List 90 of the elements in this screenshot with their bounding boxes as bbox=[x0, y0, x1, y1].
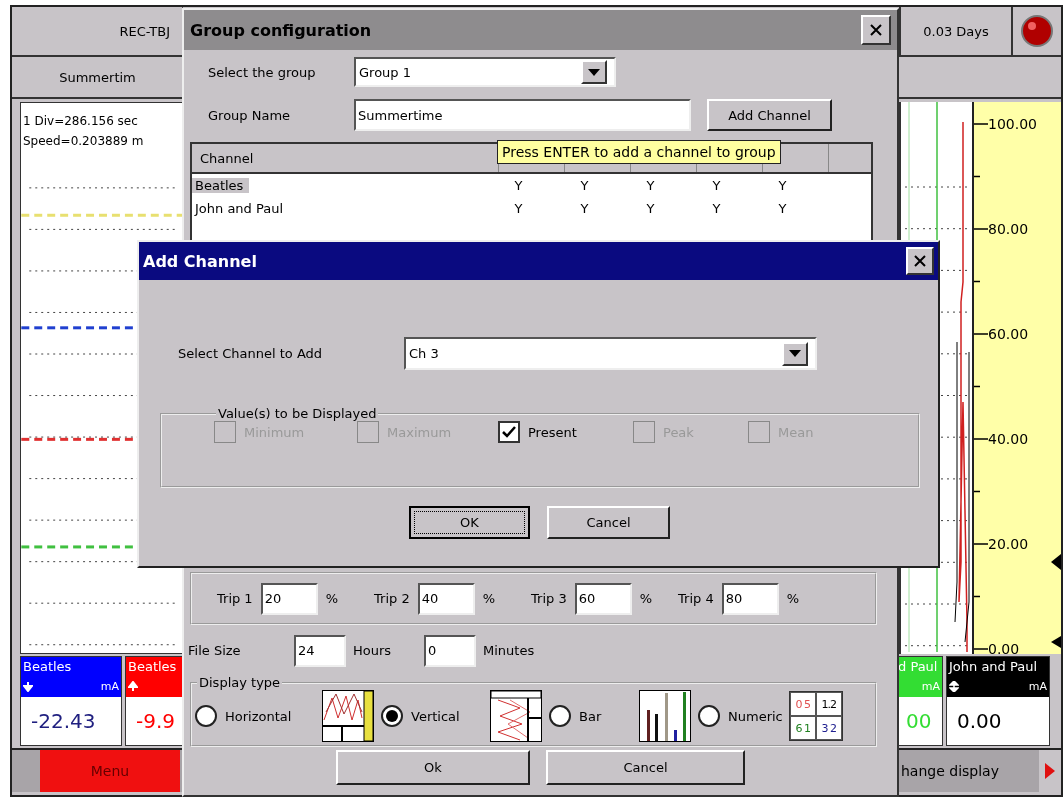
table-cell-text: Y bbox=[513, 201, 524, 216]
table-cell-text: Y bbox=[579, 201, 590, 216]
duration-label: 0.03 Days bbox=[899, 7, 1013, 55]
option-label: Vertical bbox=[411, 708, 461, 724]
scale-label: 0.00 bbox=[988, 640, 1021, 659]
table-cell-text: Y bbox=[777, 178, 788, 193]
arrow-right-icon bbox=[1045, 763, 1055, 779]
table-cell-text: Y bbox=[579, 178, 590, 193]
field-label: File Size bbox=[188, 643, 242, 658]
tooltip: Press ENTER to add a channel to group bbox=[497, 140, 781, 164]
trip-field[interactable]: 20 bbox=[260, 582, 318, 615]
field-label: Trip 2 bbox=[374, 591, 410, 606]
unit-label: % bbox=[786, 591, 800, 606]
unit-label: % bbox=[325, 591, 338, 606]
radio-button[interactable] bbox=[698, 705, 720, 727]
table-row-item[interactable]: Beatles bbox=[192, 178, 250, 193]
unit-label: % bbox=[639, 591, 653, 606]
close-icon bbox=[868, 22, 884, 38]
table-cell-text: Y bbox=[645, 178, 656, 193]
add-channel-button[interactable]: Add Channel bbox=[707, 99, 832, 131]
checkbox-label: Present bbox=[528, 424, 577, 440]
unit-label: Minutes bbox=[483, 643, 535, 658]
field-label: Trip 3 bbox=[531, 591, 567, 606]
channel-dropdown[interactable]: Ch 3 bbox=[404, 337, 817, 370]
preview-digits: 1.2 bbox=[815, 692, 842, 716]
chart-info-text: Speed=0.203889 m bbox=[22, 133, 145, 150]
ok-button[interactable]: Ok bbox=[336, 750, 530, 785]
channel-name: d Paul bbox=[898, 658, 939, 676]
table-cell-text: Y bbox=[513, 178, 524, 193]
dialog-title: Add Channel bbox=[143, 251, 257, 271]
pointer-icon bbox=[1051, 636, 1061, 648]
unit-label: mA bbox=[1028, 679, 1047, 693]
channel-name: Beatles bbox=[128, 658, 178, 676]
trip-field[interactable]: 60 bbox=[574, 582, 632, 615]
scale-label: 100.00 bbox=[988, 115, 1038, 134]
cancel-button[interactable]: Cancel bbox=[547, 506, 670, 539]
table-cell-text: Y bbox=[711, 178, 722, 193]
caret-icon bbox=[588, 68, 600, 76]
hours-field[interactable]: 24 bbox=[294, 634, 346, 667]
next-button[interactable] bbox=[1039, 750, 1061, 792]
chart-info-text: 1 Div=286.156 sec bbox=[22, 113, 139, 130]
bar-chart-icon bbox=[639, 690, 691, 742]
unit-label: % bbox=[482, 591, 496, 606]
trip-field[interactable]: 40 bbox=[417, 582, 475, 615]
group-label: Value(s) to be Displayed bbox=[217, 406, 378, 421]
field-label: Trip 4 bbox=[678, 591, 714, 606]
table-cell-text: Y bbox=[777, 201, 788, 216]
pointer-icon bbox=[1051, 554, 1061, 570]
table-row-item[interactable]: John and Paul bbox=[192, 201, 499, 216]
preview-digits: 6 1 bbox=[789, 716, 816, 740]
field-label: Select Channel to Add bbox=[177, 346, 324, 361]
field-label: Trip 1 bbox=[217, 591, 253, 606]
caret-icon bbox=[789, 350, 801, 357]
table-cell-text: Y bbox=[645, 201, 656, 216]
field-label: Group Name bbox=[207, 107, 292, 123]
unit-label: mA bbox=[100, 679, 119, 693]
radio-button[interactable] bbox=[195, 705, 217, 727]
unit-label: Hours bbox=[353, 643, 393, 658]
radio-button[interactable] bbox=[381, 705, 403, 727]
unit-label: mA bbox=[921, 679, 940, 693]
scale-label: 20.00 bbox=[988, 535, 1030, 554]
group-name-field[interactable]: Summertime bbox=[354, 99, 691, 131]
channel-name: Beatles bbox=[23, 658, 73, 676]
line-chart-icon bbox=[322, 690, 374, 742]
preview-digits: 0 5 bbox=[789, 692, 816, 716]
ok-button[interactable]: OK bbox=[409, 506, 530, 539]
close-icon bbox=[912, 253, 928, 269]
scale-label: 80.00 bbox=[988, 220, 1030, 239]
option-label: Horizontal bbox=[225, 708, 293, 724]
vertical-chart-icon bbox=[490, 690, 542, 742]
cancel-button[interactable]: Cancel bbox=[546, 750, 745, 785]
close-button[interactable] bbox=[906, 247, 934, 275]
scale-label: 40.00 bbox=[988, 430, 1030, 449]
group-label: Display type bbox=[198, 675, 282, 690]
checkbox[interactable] bbox=[498, 421, 520, 443]
preview-digits: 3 2 bbox=[815, 716, 842, 740]
field-label: Select the group bbox=[207, 64, 317, 80]
option-label: Bar bbox=[579, 708, 603, 724]
radio-button[interactable] bbox=[549, 705, 571, 727]
window-title: Group configuration bbox=[190, 20, 372, 40]
minutes-field[interactable]: 0 bbox=[424, 634, 476, 667]
check-icon bbox=[502, 426, 516, 438]
scale-label: 60.00 bbox=[988, 325, 1030, 344]
table-cell-text: Y bbox=[711, 201, 722, 216]
group-dropdown[interactable]: Group 1 bbox=[354, 57, 616, 87]
close-button[interactable] bbox=[861, 15, 891, 45]
trip-field[interactable]: 80 bbox=[721, 582, 779, 615]
option-label: Numeric bbox=[728, 708, 783, 724]
status-led-icon bbox=[1020, 14, 1054, 48]
channel-name: John and Paul bbox=[949, 658, 1039, 676]
